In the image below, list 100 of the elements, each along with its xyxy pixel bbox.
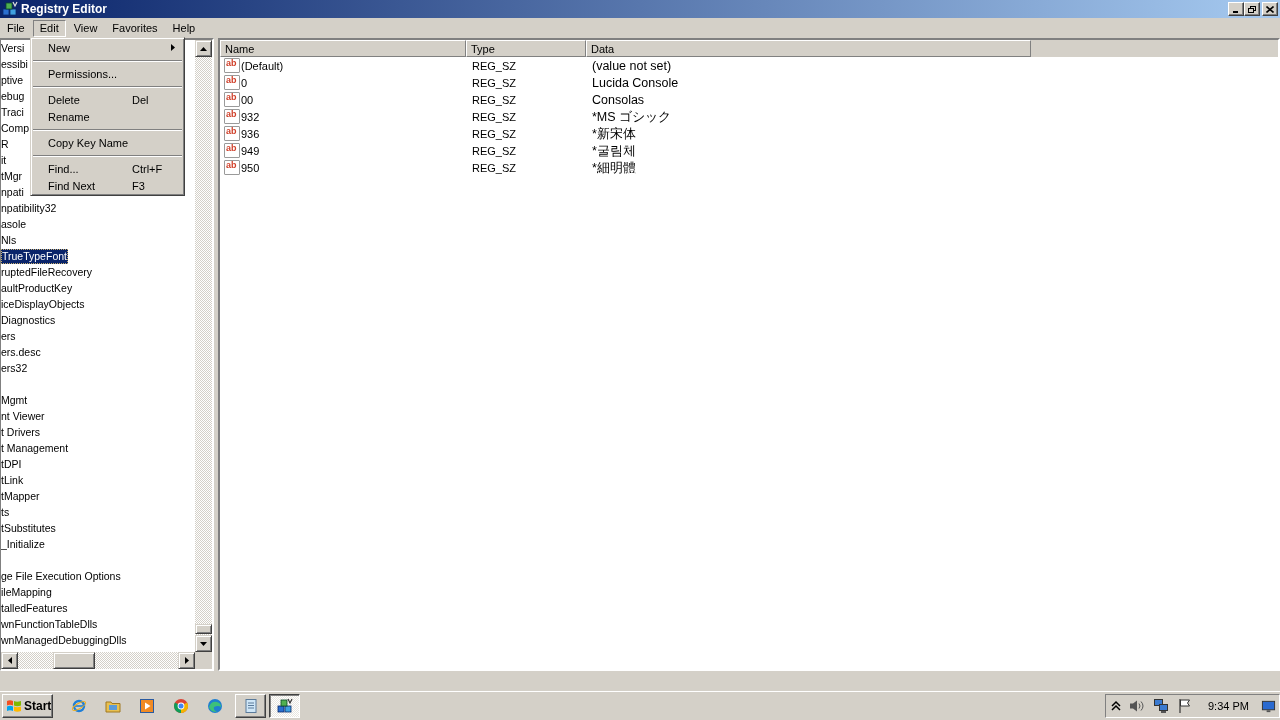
minimize-button[interactable] (1228, 2, 1244, 16)
tree-item[interactable]: ruptedFileRecovery (1, 264, 93, 280)
value-name[interactable]: 932 (241, 109, 260, 124)
tree-item[interactable]: ge File Execution Options (1, 568, 121, 584)
tree-item[interactable]: Diagnostics (1, 312, 56, 328)
tree-item[interactable]: npati (1, 184, 24, 200)
tree-item[interactable]: aultProductKey (1, 280, 73, 296)
value-name[interactable]: 950 (241, 160, 260, 175)
scroll-thumb[interactable] (53, 652, 95, 669)
monitor-icon[interactable] (1261, 698, 1276, 714)
network-icon[interactable] (1153, 698, 1169, 714)
scrollbar-corner (195, 652, 212, 669)
restore-button[interactable] (1244, 2, 1260, 16)
menu-bar-item[interactable]: File (0, 19, 32, 37)
column-header[interactable]: Type (466, 40, 586, 57)
arrow-left-icon (7, 657, 12, 664)
tree-item[interactable]: essibi (1, 56, 28, 72)
chevron-up-icon[interactable] (1110, 700, 1122, 712)
tree-item[interactable]: Versi (1, 40, 25, 56)
horizontal-scrollbar[interactable] (1, 652, 195, 669)
string-value-icon: ab (224, 160, 240, 175)
tree-item[interactable]: R (1, 136, 9, 152)
value-type: REG_SZ (472, 92, 516, 107)
menu-item[interactable]: Rename (32, 108, 183, 125)
clock[interactable]: 9:34 PM (1208, 700, 1249, 712)
menu-item[interactable]: Find... Ctrl+F (32, 160, 183, 177)
taskbar-window-button[interactable] (269, 694, 300, 718)
speaker-icon[interactable] (1129, 698, 1145, 714)
tree-item[interactable]: wnManagedDebuggingDlls (1, 632, 127, 648)
menu-bar-item[interactable]: Edit (32, 19, 66, 37)
tree-item[interactable]: tLink (1, 472, 24, 488)
string-value-icon: ab (224, 143, 240, 158)
value-name[interactable]: 949 (241, 143, 260, 158)
tree-item[interactable]: nt Viewer (1, 408, 45, 424)
tree-item[interactable]: tSubstitutes (1, 520, 56, 536)
tree-item[interactable]: Nls (1, 232, 17, 248)
tree-item[interactable]: t Management (1, 440, 69, 456)
column-header[interactable]: Data (586, 40, 1031, 57)
tree-item[interactable]: ileMapping (1, 584, 52, 600)
tree-item[interactable]: _Initialize (1, 536, 45, 552)
tree-item[interactable]: t Drivers (1, 424, 41, 440)
value-name[interactable]: 00 (241, 92, 254, 107)
tree-item[interactable]: tMapper (1, 488, 40, 504)
tree-item[interactable]: talledFeatures (1, 600, 68, 616)
tree-item[interactable]: iceDisplayObjects (1, 296, 85, 312)
scroll-up-button[interactable] (195, 40, 212, 57)
scroll-right-button[interactable] (178, 652, 195, 669)
value-type: REG_SZ (472, 143, 516, 158)
tree-item[interactable]: npatibility32 (1, 200, 57, 216)
tree-item[interactable]: TrueTypeFont (1, 248, 68, 264)
value-data: *굴림체 (592, 142, 636, 159)
tree-item[interactable]: ers (1, 328, 16, 344)
tree-item[interactable]: ers32 (1, 360, 28, 376)
scroll-left-button[interactable] (1, 652, 18, 669)
tree-item[interactable]: Mgmt (1, 392, 28, 408)
menu-item[interactable]: New (32, 39, 183, 56)
tree-item[interactable]: Comp (1, 120, 29, 136)
browser-icon[interactable] (173, 698, 189, 714)
browser-icon[interactable] (207, 698, 223, 714)
notepad-icon (242, 698, 259, 714)
close-button[interactable] (1262, 2, 1278, 16)
tree-item[interactable]: tDPI (1, 456, 22, 472)
folder-icon[interactable] (105, 698, 121, 714)
value-type: REG_SZ (472, 58, 516, 73)
menu-bar-item[interactable]: View (66, 19, 105, 37)
arrow-down-icon (200, 641, 207, 646)
shortcut-text: F3 (132, 179, 145, 192)
arrow-up-icon (200, 46, 207, 51)
tree-item[interactable]: ers.desc (1, 344, 41, 360)
start-button[interactable]: Start (2, 694, 53, 718)
tree-item[interactable]: ebug (1, 88, 25, 104)
menu-bar-item[interactable]: Help (165, 19, 203, 37)
column-header[interactable]: Name (220, 40, 466, 57)
menu-item[interactable]: Permissions... (32, 65, 183, 82)
vertical-scrollbar[interactable] (195, 40, 212, 652)
tree-item[interactable]: ts (1, 504, 10, 520)
play-icon[interactable] (139, 698, 155, 714)
menu-item[interactable]: Copy Key Name (32, 134, 183, 151)
menu-bar-item[interactable]: Favorites (105, 19, 165, 37)
value-name[interactable]: 936 (241, 126, 260, 141)
value-name[interactable]: (Default) (241, 58, 284, 73)
browser-icon[interactable] (71, 698, 87, 714)
tree-item[interactable]: Traci (1, 104, 24, 120)
value-name[interactable]: 0 (241, 75, 248, 90)
value-type: REG_SZ (472, 160, 516, 175)
scroll-down-button[interactable] (195, 635, 212, 652)
tree-item[interactable]: wnFunctionTableDlls (1, 616, 98, 632)
flag-icon[interactable] (1177, 698, 1193, 714)
tree-item[interactable]: asole (1, 216, 27, 232)
tree-item[interactable]: ptive (1, 72, 24, 88)
menu-item[interactable]: Find Next F3 (32, 177, 183, 194)
string-value-icon: ab (224, 92, 240, 107)
tree-item[interactable]: tMgr (1, 168, 22, 184)
value-data: Consolas (592, 91, 645, 108)
tree-item[interactable]: it (1, 152, 7, 168)
shortcut-text: Del (132, 93, 149, 106)
restore-icon (1248, 5, 1256, 13)
menu-item[interactable]: Delete Del (32, 91, 183, 108)
value-data: (value not set) (592, 57, 672, 74)
scroll-thumb[interactable] (195, 624, 212, 634)
